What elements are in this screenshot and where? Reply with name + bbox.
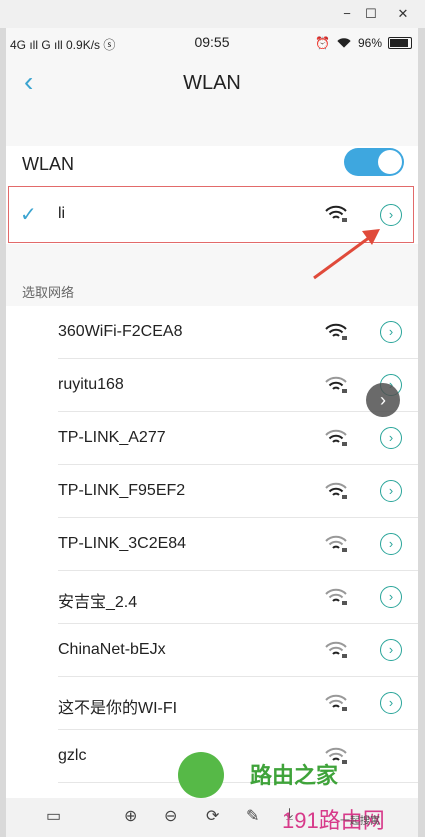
network-ssid: 360WiFi-F2CEA8 [58,323,183,340]
watermark-logo [178,752,224,798]
zoom-out-icon[interactable]: ⊖ [164,806,177,826]
nav-bar: ‹ WLAN [6,58,418,110]
network-details-button[interactable]: › [380,692,402,714]
wifi-lock-icon [325,641,347,658]
wifi-lock-icon [325,205,347,222]
wifi-lock-icon [325,535,347,552]
wifi-lock-icon [325,694,347,711]
network-row[interactable]: 这不是你的WI-FI › [6,677,418,730]
wlan-toggle[interactable] [344,148,404,176]
phone-screen: 4G ıll G ıll 0.9K/s ⓢ 09:55 ⏰ 96% ‹ WLAN… [6,28,418,837]
watermark-tag: 一起搜寓 [340,816,380,827]
edit-icon[interactable]: ✎ [246,806,259,826]
wifi-lock-icon [325,482,347,499]
network-ssid: ChinaNet-bEJx [58,641,166,658]
network-list: 360WiFi-F2CEA8 › ruyitu168 › TP-LINK_A27… [6,306,418,798]
check-icon: ✓ [20,204,37,226]
network-details-button[interactable]: › [380,480,402,502]
network-row[interactable]: 360WiFi-F2CEA8 › [6,306,418,359]
maximize-button[interactable]: ☐ [360,4,382,24]
network-ssid: gzlc [58,747,87,764]
network-ssid: 安吉宝_2.4 [58,594,138,611]
network-row[interactable]: ChinaNet-bEJx › [6,624,418,677]
wifi-lock-icon [325,323,347,340]
network-ssid: ruyitu168 [58,376,124,393]
network-details-button[interactable]: › [380,586,402,608]
battery-percent: 96% [357,36,382,50]
status-bar: 4G ıll G ıll 0.9K/s ⓢ 09:55 ⏰ 96% [6,28,418,58]
network-ssid: TP-LINK_F95EF2 [58,482,186,499]
watermark-brand: 路由之家 [250,763,339,788]
window-titlebar: − ☐ ✕ [0,0,425,28]
network-ssid: TP-LINK_3C2E84 [58,535,187,552]
network-details-button[interactable]: › [380,639,402,661]
floating-next-button[interactable]: › [366,383,400,417]
page-title: WLAN [183,72,241,94]
network-details-button[interactable]: › [380,427,402,449]
zoom-in-icon[interactable]: ⊕ [124,806,137,826]
alarm-icon: ⏰ [315,36,330,50]
minimize-button[interactable]: − [336,4,358,24]
toggle-knob [378,150,402,174]
battery-icon [388,37,412,49]
status-right: ⏰ 96% [315,36,412,50]
network-details-button[interactable]: › [380,533,402,555]
network-ssid: TP-LINK_A277 [58,429,166,446]
rotate-icon[interactable]: ⟳ [206,806,219,826]
network-details-button[interactable]: › [380,321,402,343]
wlan-label: WLAN [22,154,75,174]
connected-ssid: li [58,205,66,222]
gallery-icon[interactable]: ▭ [46,806,61,826]
close-button[interactable]: ✕ [392,4,414,24]
wifi-lock-icon [325,588,347,605]
wifi-status-icon [337,38,351,48]
network-row[interactable]: 安吉宝_2.4 › [6,571,418,624]
network-ssid: 这不是你的WI-FI [58,700,178,717]
network-row[interactable]: ruyitu168 › [6,359,418,412]
red-arrow-annotation [313,229,380,280]
network-row[interactable]: TP-LINK_3C2E84 › [6,518,418,571]
section-label: 选取网络 [22,285,75,300]
wlan-toggle-row: WLAN [6,146,418,186]
network-row[interactable]: TP-LINK_F95EF2 › [6,465,418,518]
network-row[interactable]: TP-LINK_A277 › [6,412,418,465]
wifi-lock-icon [325,376,347,393]
wifi-lock-icon [325,429,347,446]
divider [58,782,418,783]
